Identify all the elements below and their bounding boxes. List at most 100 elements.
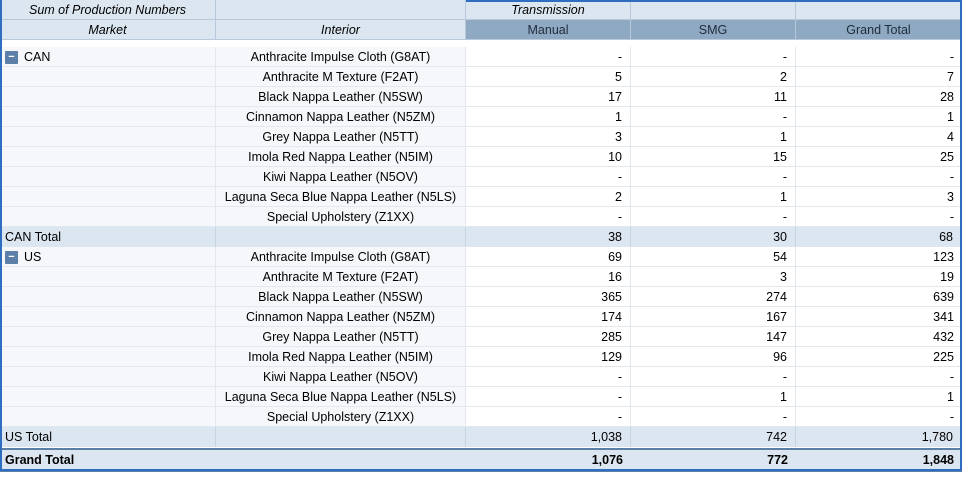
- row-total-value[interactable]: 1: [796, 387, 962, 407]
- subtotal-manual[interactable]: 1,038: [466, 427, 631, 447]
- grand-total-row: Grand Total 1,076 772 1,848: [0, 448, 962, 472]
- column-header-manual[interactable]: Manual: [466, 20, 631, 40]
- row-total-value[interactable]: 25: [796, 147, 962, 167]
- interior-cell[interactable]: Cinnamon Nappa Leather (N5ZM): [216, 307, 466, 327]
- manual-value[interactable]: 2: [466, 187, 631, 207]
- row-total-value[interactable]: -: [796, 47, 962, 67]
- manual-value[interactable]: 285: [466, 327, 631, 347]
- manual-value[interactable]: -: [466, 207, 631, 227]
- smg-value[interactable]: 15: [631, 147, 796, 167]
- grand-total-smg[interactable]: 772: [631, 450, 796, 470]
- interior-cell[interactable]: Laguna Seca Blue Nappa Leather (N5LS): [216, 387, 466, 407]
- row-total-value[interactable]: 19: [796, 267, 962, 287]
- manual-value[interactable]: 3: [466, 127, 631, 147]
- interior-cell[interactable]: Anthracite Impulse Cloth (G8AT): [216, 247, 466, 267]
- smg-value[interactable]: 1: [631, 187, 796, 207]
- row-total-value[interactable]: -: [796, 207, 962, 227]
- manual-value[interactable]: 69: [466, 247, 631, 267]
- manual-value[interactable]: -: [466, 47, 631, 67]
- interior-cell[interactable]: Kiwi Nappa Leather (N5OV): [216, 367, 466, 387]
- interior-cell[interactable]: Imola Red Nappa Leather (N5IM): [216, 147, 466, 167]
- grand-total-label[interactable]: Grand Total: [0, 450, 216, 470]
- table-row: Special Upholstery (Z1XX) - - -: [0, 207, 962, 227]
- measure-label[interactable]: Sum of Production Numbers: [0, 0, 216, 20]
- row-total-value[interactable]: 341: [796, 307, 962, 327]
- smg-value[interactable]: 2: [631, 67, 796, 87]
- manual-value[interactable]: 10: [466, 147, 631, 167]
- smg-value[interactable]: 147: [631, 327, 796, 347]
- collapse-minus-icon[interactable]: −: [5, 51, 18, 65]
- manual-value[interactable]: 1: [466, 107, 631, 127]
- interior-cell[interactable]: Special Upholstery (Z1XX): [216, 407, 466, 427]
- market-label[interactable]: CAN: [24, 50, 50, 64]
- smg-value[interactable]: 1: [631, 387, 796, 407]
- row-total-value[interactable]: 4: [796, 127, 962, 147]
- row-total-value[interactable]: 123: [796, 247, 962, 267]
- grand-total-total[interactable]: 1,848: [796, 450, 962, 470]
- interior-cell[interactable]: Anthracite Impulse Cloth (G8AT): [216, 47, 466, 67]
- manual-value[interactable]: 365: [466, 287, 631, 307]
- smg-value[interactable]: -: [631, 367, 796, 387]
- market-cell: [0, 207, 216, 227]
- row-total-value[interactable]: 7: [796, 67, 962, 87]
- manual-value[interactable]: 16: [466, 267, 631, 287]
- smg-value[interactable]: 96: [631, 347, 796, 367]
- manual-value[interactable]: -: [466, 407, 631, 427]
- market-label[interactable]: US: [24, 250, 41, 264]
- smg-value[interactable]: -: [631, 407, 796, 427]
- smg-value[interactable]: 3: [631, 267, 796, 287]
- subtotal-smg[interactable]: 30: [631, 227, 796, 247]
- smg-value[interactable]: 1: [631, 127, 796, 147]
- grand-total-manual[interactable]: 1,076: [466, 450, 631, 470]
- subtotal-total[interactable]: 1,780: [796, 427, 962, 447]
- subtotal-manual[interactable]: 38: [466, 227, 631, 247]
- smg-value[interactable]: -: [631, 207, 796, 227]
- row-total-value[interactable]: 1: [796, 107, 962, 127]
- manual-value[interactable]: 129: [466, 347, 631, 367]
- row-total-value[interactable]: -: [796, 407, 962, 427]
- interior-cell[interactable]: Grey Nappa Leather (N5TT): [216, 327, 466, 347]
- manual-value[interactable]: -: [466, 387, 631, 407]
- row-total-value[interactable]: 639: [796, 287, 962, 307]
- row-field-label[interactable]: Market: [0, 20, 216, 40]
- manual-value[interactable]: 17: [466, 87, 631, 107]
- interior-cell[interactable]: Black Nappa Leather (N5SW): [216, 287, 466, 307]
- smg-value[interactable]: 167: [631, 307, 796, 327]
- interior-cell[interactable]: Cinnamon Nappa Leather (N5ZM): [216, 107, 466, 127]
- interior-cell[interactable]: Grey Nappa Leather (N5TT): [216, 127, 466, 147]
- row-total-value[interactable]: -: [796, 367, 962, 387]
- interior-cell[interactable]: Black Nappa Leather (N5SW): [216, 87, 466, 107]
- subtotal-label[interactable]: US Total: [0, 427, 216, 447]
- manual-value[interactable]: -: [466, 167, 631, 187]
- row-total-value[interactable]: 225: [796, 347, 962, 367]
- subtotal-label[interactable]: CAN Total: [0, 227, 216, 247]
- table-row: Laguna Seca Blue Nappa Leather (N5LS) 2 1 3: [0, 187, 962, 207]
- interior-cell[interactable]: Laguna Seca Blue Nappa Leather (N5LS): [216, 187, 466, 207]
- table-row: Black Nappa Leather (N5SW) 17 11 28: [0, 87, 962, 107]
- subtotal-smg[interactable]: 742: [631, 427, 796, 447]
- collapse-minus-icon[interactable]: −: [5, 251, 18, 265]
- smg-value[interactable]: -: [631, 107, 796, 127]
- row-total-value[interactable]: -: [796, 167, 962, 187]
- smg-value[interactable]: 11: [631, 87, 796, 107]
- column-field-label[interactable]: Transmission: [466, 0, 631, 20]
- smg-value[interactable]: 274: [631, 287, 796, 307]
- row-total-value[interactable]: 28: [796, 87, 962, 107]
- column-header-grand-total[interactable]: Grand Total: [796, 20, 962, 40]
- interior-cell[interactable]: Anthracite M Texture (F2AT): [216, 67, 466, 87]
- row-total-value[interactable]: 3: [796, 187, 962, 207]
- row-total-value[interactable]: 432: [796, 327, 962, 347]
- smg-value[interactable]: -: [631, 167, 796, 187]
- interior-cell[interactable]: Anthracite M Texture (F2AT): [216, 267, 466, 287]
- smg-value[interactable]: -: [631, 47, 796, 67]
- subtotal-total[interactable]: 68: [796, 227, 962, 247]
- row-subfield-label[interactable]: Interior: [216, 20, 466, 40]
- manual-value[interactable]: 5: [466, 67, 631, 87]
- column-header-smg[interactable]: SMG: [631, 20, 796, 40]
- manual-value[interactable]: -: [466, 367, 631, 387]
- interior-cell[interactable]: Special Upholstery (Z1XX): [216, 207, 466, 227]
- interior-cell[interactable]: Kiwi Nappa Leather (N5OV): [216, 167, 466, 187]
- manual-value[interactable]: 174: [466, 307, 631, 327]
- smg-value[interactable]: 54: [631, 247, 796, 267]
- interior-cell[interactable]: Imola Red Nappa Leather (N5IM): [216, 347, 466, 367]
